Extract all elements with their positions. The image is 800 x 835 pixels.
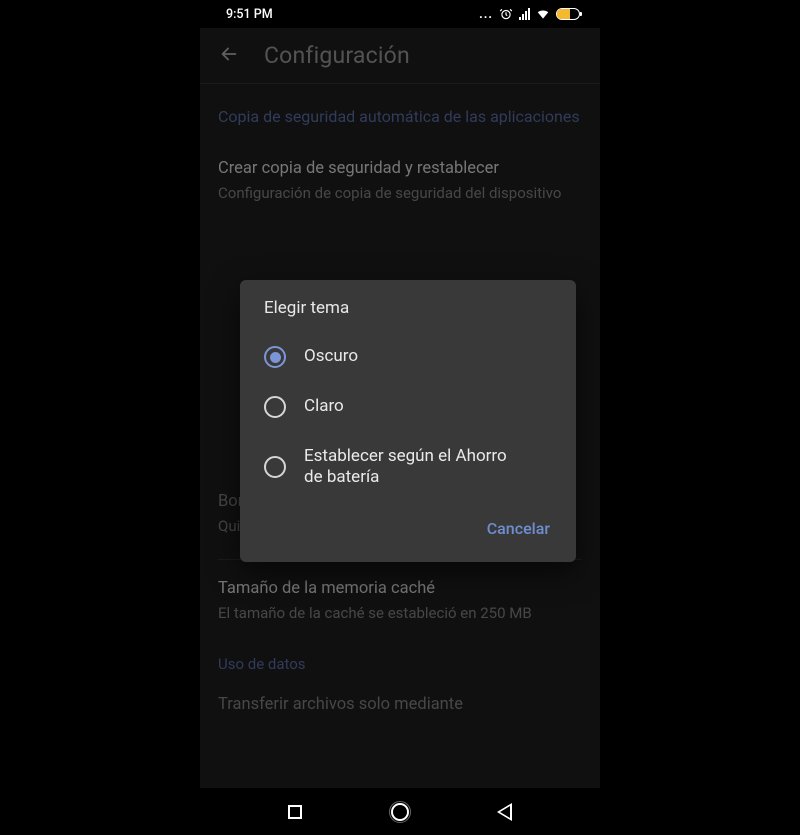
alarm-icon [499,7,513,21]
theme-dialog: Elegir tema Oscuro Claro Establecer segú… [240,280,576,562]
page-title: Configuración [264,42,410,69]
app-bar: Configuración [200,28,600,79]
setting-create-backup[interactable]: Crear copia de seguridad y restablecer C… [218,146,582,222]
setting-cache-size[interactable]: Tamaño de la memoria caché El tamaño de … [218,566,582,642]
status-time: 9:51 PM [220,7,273,22]
recents-icon[interactable] [288,805,302,819]
home-icon[interactable] [391,803,409,821]
setting-title: Copia de seguridad automática de las apl… [218,106,582,128]
status-bar: 9:51 PM ... [200,0,600,28]
phone-frame: 9:51 PM ... Configuración Copia de segur… [200,0,600,835]
signal-icon [519,8,530,20]
setting-transfer-cut[interactable]: Transferir archivos solo mediante [218,681,582,714]
radio-icon [264,346,286,368]
more-icon: ... [479,7,493,22]
navigation-bar [200,788,600,835]
setting-subtitle: Configuración de copia de seguridad del … [218,183,582,203]
theme-option-battery[interactable]: Establecer según el Ahorro de batería [246,432,572,503]
radio-icon [264,396,286,418]
settings-screen: Configuración Copia de seguridad automát… [200,28,600,788]
setting-title: Crear copia de seguridad y restablecer [218,158,582,180]
divider [200,83,600,84]
status-icons: ... [479,7,580,22]
section-data-usage[interactable]: Uso de datos [218,641,582,681]
dialog-title: Elegir tema [246,298,572,332]
setting-backup-link[interactable]: Copia de seguridad automática de las apl… [218,94,582,146]
dialog-actions: Cancelar [246,503,572,558]
setting-title: Tamaño de la memoria caché [218,578,582,600]
back-icon[interactable] [218,43,240,69]
wifi-icon [536,7,550,21]
cancel-button[interactable]: Cancelar [483,513,554,544]
theme-option-light[interactable]: Claro [246,382,572,432]
radio-label: Claro [304,396,344,417]
radio-icon [264,456,286,478]
battery-icon [556,8,580,20]
radio-label: Oscuro [304,346,358,367]
radio-label: Establecer según el Ahorro de batería [304,446,524,489]
setting-subtitle: El tamaño de la caché se estableció en 2… [218,603,582,623]
theme-option-dark[interactable]: Oscuro [246,332,572,382]
back-nav-icon[interactable] [497,803,512,821]
